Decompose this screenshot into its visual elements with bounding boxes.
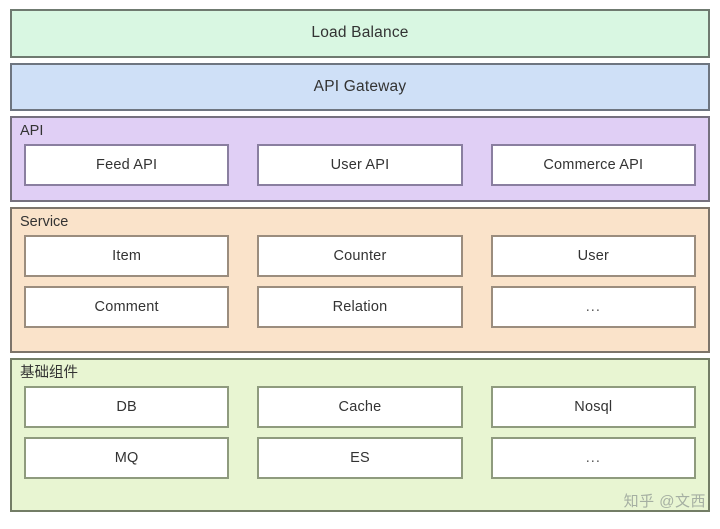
layer-infrastructure-title: 基础组件 (20, 364, 78, 381)
layer-api-title: API (20, 123, 44, 140)
layer-api-row-1: Feed API User API Commerce API (24, 144, 696, 187)
node-cache[interactable]: Cache (257, 385, 463, 428)
layer-api: API Feed API User API Commerce API (10, 116, 710, 202)
layer-service-title: Service (20, 213, 69, 230)
node-nosql-label: Nosql (574, 398, 613, 415)
node-cache-label: Cache (338, 398, 382, 415)
node-counter-label: Counter (333, 247, 387, 264)
node-db-label: DB (116, 398, 137, 415)
layer-infrastructure-row-1: DB Cache Nosql (24, 385, 696, 428)
layer-api-gateway: API Gateway (10, 62, 710, 112)
layer-load-balance-label: Load Balance (311, 24, 409, 42)
node-item[interactable]: Item (24, 234, 230, 277)
node-item-label: Item (112, 247, 142, 264)
node-feed-api[interactable]: Feed API (24, 144, 230, 187)
node-service-more[interactable]: ... (490, 285, 696, 328)
layer-service-row-1: Item Counter User (24, 234, 696, 277)
node-counter[interactable]: Counter (257, 234, 463, 277)
node-service-more-label: ... (585, 298, 601, 315)
layer-infrastructure: 基础组件 DB Cache Nosql MQ ES ... (10, 357, 710, 513)
node-es-label: ES (350, 449, 370, 466)
layer-load-balance: Load Balance (10, 9, 710, 58)
node-relation[interactable]: Relation (257, 285, 463, 328)
layer-service-row-2: Comment Relation ... (24, 285, 696, 328)
node-user-api-label: User API (330, 157, 390, 174)
layer-service: Service Item Counter User Comment Relati… (10, 206, 710, 353)
layer-infrastructure-row-2: MQ ES ... (24, 436, 696, 479)
node-feed-api-label: Feed API (96, 157, 158, 174)
node-infrastructure-more[interactable]: ... (490, 436, 696, 479)
layer-api-gateway-label: API Gateway (313, 77, 407, 95)
node-infrastructure-more-label: ... (585, 449, 601, 466)
node-nosql[interactable]: Nosql (490, 385, 696, 428)
node-user-label: User (577, 247, 610, 264)
node-relation-label: Relation (332, 298, 388, 315)
node-es[interactable]: ES (257, 436, 463, 479)
node-user-api[interactable]: User API (257, 144, 463, 187)
node-commerce-api[interactable]: Commerce API (490, 144, 696, 187)
node-commerce-api-label: Commerce API (543, 157, 644, 174)
node-comment[interactable]: Comment (24, 285, 230, 328)
node-db[interactable]: DB (24, 385, 230, 428)
node-mq[interactable]: MQ (24, 436, 230, 479)
node-mq-label: MQ (114, 449, 139, 466)
node-comment-label: Comment (94, 298, 159, 315)
node-user[interactable]: User (490, 234, 696, 277)
architecture-diagram: Load Balance API Gateway API Feed API Us… (0, 0, 720, 529)
